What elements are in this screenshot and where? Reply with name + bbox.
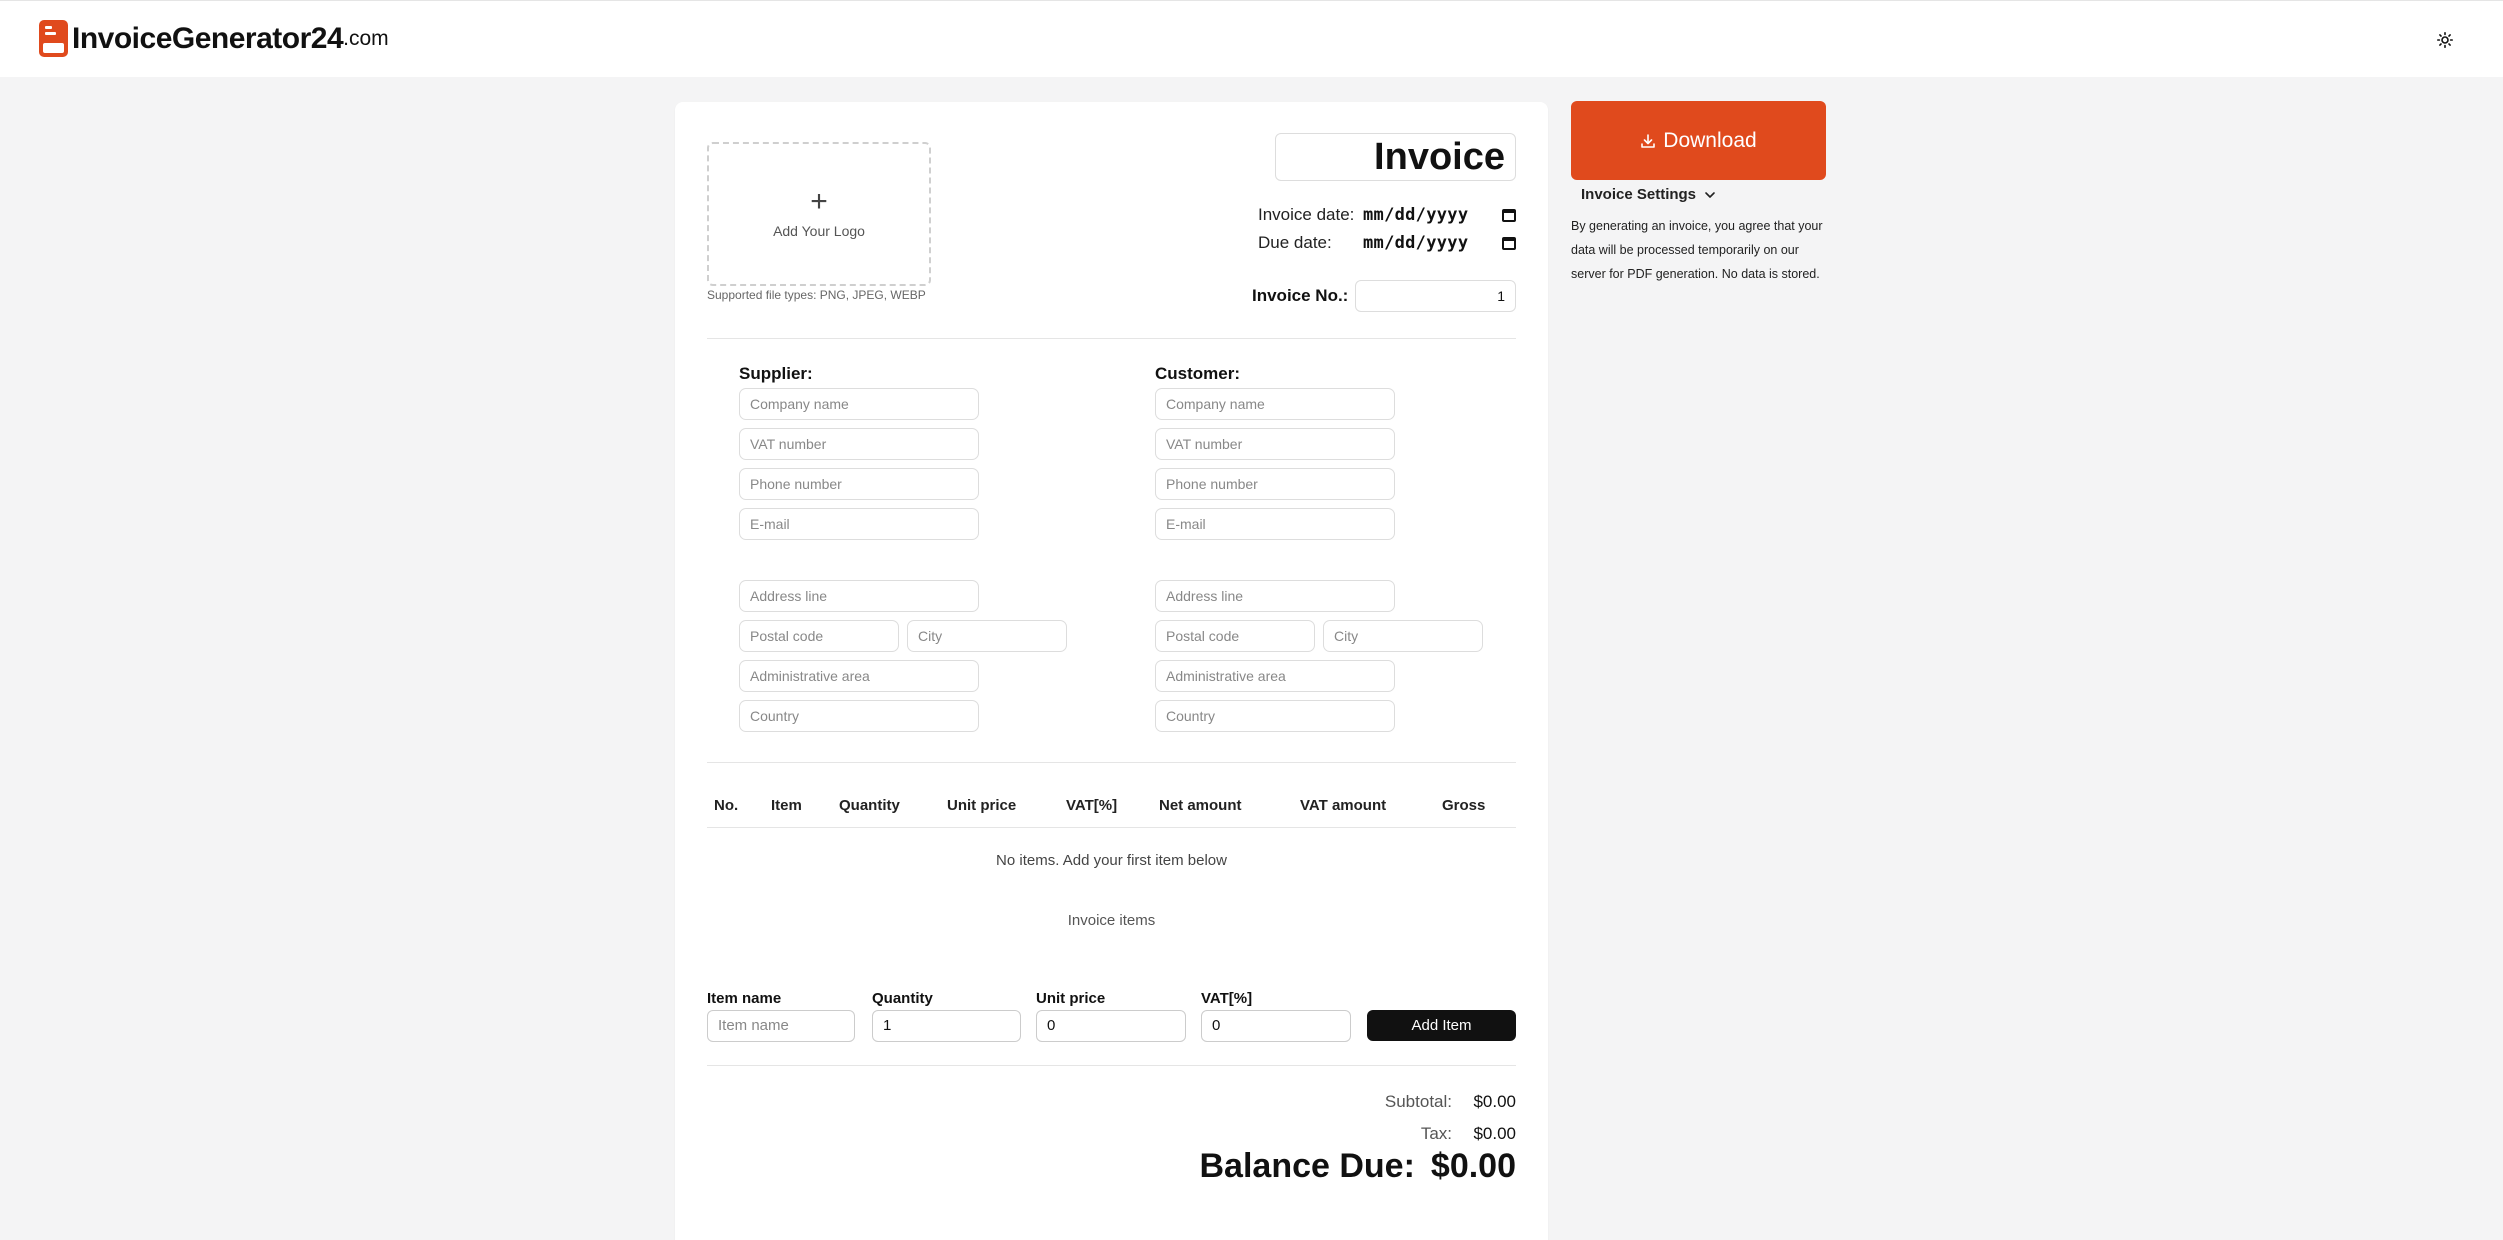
logo-upload-dropzone[interactable]: + Add Your Logo [707,142,931,286]
col-header-gross: Gross [1442,797,1486,814]
download-icon [1641,133,1656,148]
tax-value: $0.00 [1473,1124,1516,1143]
customer-company-input[interactable]: Company name [1155,388,1395,420]
invoice-settings-toggle[interactable]: Invoice Settings [1581,186,1716,203]
invoice-number-input[interactable]: 1 [1355,280,1516,312]
col-header-no: No. [714,797,739,814]
customer-email-input[interactable]: E-mail [1155,508,1395,540]
balance-due: Balance Due: $0.00 [1200,1147,1517,1186]
item-quantity-input[interactable]: 1 [872,1010,1021,1042]
col-header-vat-amount: VAT amount [1300,797,1387,814]
customer-area-input[interactable]: Administrative area [1155,660,1395,692]
top-header: InvoiceGenerator24 .com [0,0,2503,77]
supplier-postal-input[interactable]: Postal code [739,620,899,652]
invoice-date-input[interactable]: mm/dd/yyyy [1363,205,1516,225]
add-item-button[interactable]: Add Item [1367,1010,1516,1041]
theme-toggle-button[interactable] [2432,27,2458,53]
customer-country-input[interactable]: Country [1155,700,1395,732]
supplier-country-input[interactable]: Country [739,700,979,732]
customer-address-input[interactable]: Address line [1155,580,1395,612]
divider [707,338,1516,339]
customer-title: Customer: [1155,364,1241,383]
invoice-date-value: mm/dd/yyyy [1363,205,1469,225]
download-label: Download [1663,128,1757,152]
item-name-input[interactable]: Item name [707,1010,855,1042]
due-date-value: mm/dd/yyyy [1363,233,1469,253]
table-header-divider [707,827,1516,828]
customer-vat-input[interactable]: VAT number [1155,428,1395,460]
brand-name: InvoiceGenerator24 [72,21,344,55]
due-date-label: Due date: [1258,233,1332,252]
col-header-item: Item [771,797,802,814]
brand-logo-link[interactable]: InvoiceGenerator24 .com [39,20,389,57]
balance-due-label: Balance Due: [1199,1147,1415,1185]
item-vat-input[interactable]: 0 [1201,1010,1351,1042]
supplier-vat-input[interactable]: VAT number [739,428,979,460]
invoice-title-input[interactable]: Invoice [1275,133,1516,181]
chevron-down-icon [1705,191,1715,198]
items-caption: Invoice items [1067,912,1156,929]
customer-phone-input[interactable]: Phone number [1155,468,1395,500]
divider [707,1065,1516,1066]
calendar-icon[interactable] [1502,236,1516,250]
supplier-email-input[interactable]: E-mail [739,508,979,540]
customer-postal-input[interactable]: Postal code [1155,620,1315,652]
customer-city-input[interactable]: City [1323,620,1483,652]
logo-upload-label: Add Your Logo [773,223,865,239]
invoice-card: + Add Your Logo Supported file types: PN… [675,102,1548,1240]
supplier-address-input[interactable]: Address line [739,580,979,612]
balance-due-value: $0.00 [1430,1147,1516,1185]
subtotal-value: $0.00 [1473,1092,1516,1111]
supplier-phone-input[interactable]: Phone number [739,468,979,500]
invoice-logo-icon [39,20,68,57]
brand-tld: .com [343,26,389,50]
subtotal-label: Subtotal: [1384,1092,1452,1111]
download-button[interactable]: Download [1571,101,1826,180]
divider [707,762,1516,763]
col-header-net-amount: Net amount [1159,797,1242,814]
item-unit-price-label: Unit price [1036,990,1106,1007]
calendar-icon[interactable] [1502,208,1516,222]
col-header-unit-price: Unit price [947,797,1017,814]
supplier-title: Supplier: [739,364,813,383]
col-header-vat-percent: VAT[%] [1066,797,1118,814]
item-unit-price-input[interactable]: 0 [1036,1010,1186,1042]
col-header-quantity: Quantity [839,797,900,814]
plus-icon: + [810,185,828,218]
supported-file-types: Supported file types: PNG, JPEG, WEBP [707,288,926,302]
invoice-settings-label: Invoice Settings [1581,186,1697,203]
tax-label: Tax: [1420,1124,1452,1143]
supplier-city-input[interactable]: City [907,620,1067,652]
invoice-number-label: Invoice No.: [1252,286,1349,305]
items-empty-message: No items. Add your first item below [996,852,1227,869]
data-disclaimer: By generating an invoice, you agree that… [1571,219,1823,281]
item-name-label: Item name [707,990,782,1007]
item-vat-label: VAT[%] [1201,990,1253,1007]
due-date-input[interactable]: mm/dd/yyyy [1363,233,1516,253]
supplier-company-input[interactable]: Company name [739,388,979,420]
item-quantity-label: Quantity [872,990,933,1007]
sun-icon [2437,32,2453,48]
invoice-date-label: Invoice date: [1258,205,1355,224]
supplier-area-input[interactable]: Administrative area [739,660,979,692]
invoice-date-row: Invoice date: [1258,205,1354,225]
due-date-row: Due date: [1258,233,1332,253]
